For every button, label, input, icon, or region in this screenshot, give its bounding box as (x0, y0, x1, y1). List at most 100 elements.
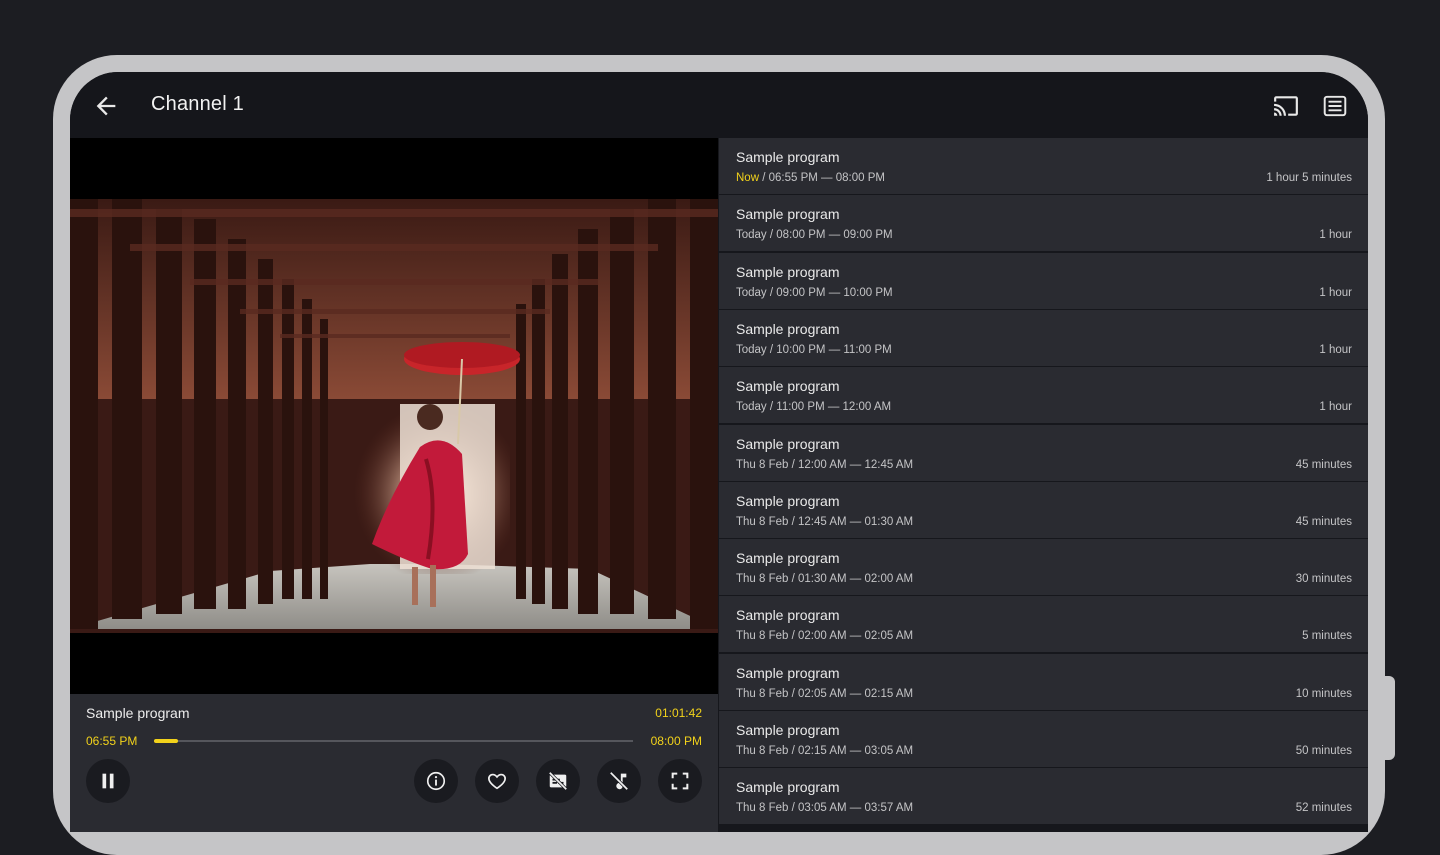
program-day: Thu 8 Feb (736, 745, 789, 757)
program-schedule: Thu 8 Feb / 02:05 AM — 02:15 AM (736, 688, 913, 700)
pause-button[interactable] (86, 759, 130, 803)
program-time-range: 12:45 AM — 01:30 AM (798, 515, 914, 528)
epg-row[interactable]: Sample program Today / 09:00 PM — 10:00 P… (719, 252, 1368, 309)
program-guide-list: Sample program Now / 06:55 PM — 08:00 PM 1… (718, 138, 1368, 832)
heart-icon (488, 773, 506, 790)
program-schedule: Now / 06:55 PM — 08:00 PM (736, 172, 885, 184)
program-schedule: Thu 8 Feb / 12:45 AM — 01:30 AM (736, 516, 913, 528)
program-day: Today (736, 401, 767, 414)
program-day: Thu 8 Feb (736, 687, 789, 700)
program-day: Today (736, 229, 767, 242)
fullscreen-icon (671, 772, 689, 790)
epg-row[interactable]: Sample program Thu 8 Feb / 12:45 AM — 01:… (719, 481, 1368, 538)
progress-fill (154, 739, 178, 743)
program-duration: 5 minutes (1302, 630, 1352, 643)
epg-row[interactable]: Sample program Thu 8 Feb / 01:30 AM — 02:… (719, 539, 1368, 596)
program-day: Now (736, 172, 760, 184)
program-title: Sample program (736, 550, 840, 567)
program-day: Thu 8 Feb (736, 630, 789, 643)
program-time-range: 02:00 AM — 02:05 AM (798, 630, 914, 643)
program-end-time: 08:00 PM (650, 734, 702, 748)
program-start-time: 06:55 PM (86, 734, 138, 748)
app-bar: Channel 1 (70, 72, 1368, 138)
program-duration: 52 minutes (1295, 802, 1352, 815)
program-duration: 1 hour (1319, 286, 1352, 299)
schedule-separator: / (788, 745, 799, 757)
cast-icon (1274, 96, 1298, 116)
cast-button[interactable] (1273, 93, 1299, 119)
program-schedule: Today / 09:00 PM — 10:00 PM (736, 287, 893, 299)
pause-icon (102, 773, 114, 789)
elapsed-time: 01:01:42 (655, 706, 702, 720)
epg-row[interactable]: Sample program Thu 8 Feb / 03:05 AM — 03:… (719, 768, 1368, 825)
program-duration: 1 hour (1319, 343, 1352, 356)
back-button[interactable] (92, 92, 120, 120)
program-day: Thu 8 Feb (736, 573, 789, 586)
epg-row[interactable]: Sample program Thu 8 Feb / 02:00 AM — 02:… (719, 596, 1368, 653)
program-duration: 45 minutes (1295, 515, 1352, 528)
program-day: Thu 8 Feb (736, 458, 789, 471)
page-title: Channel 1 (151, 93, 244, 115)
subtitles-off-icon (548, 771, 568, 791)
schedule-separator: / (788, 573, 799, 586)
favorite-button[interactable] (475, 759, 519, 803)
program-title: Sample program (736, 149, 840, 165)
info-button[interactable] (414, 759, 458, 803)
program-guide-button[interactable] (1322, 93, 1348, 119)
program-schedule: Today / 11:00 PM — 12:00 AM (736, 401, 891, 413)
epg-row[interactable]: Sample program Now / 06:55 PM — 08:00 PM 1… (719, 138, 1368, 194)
tablet-side-button (1383, 676, 1395, 760)
now-playing-title: Sample program (86, 705, 190, 721)
schedule-separator: / (788, 802, 799, 815)
program-title: Sample program (736, 378, 840, 395)
program-title: Sample program (736, 492, 840, 509)
epg-row[interactable]: Sample program Thu 8 Feb / 12:00 AM — 12:… (719, 424, 1368, 481)
program-schedule: Today / 08:00 PM — 09:00 PM (736, 229, 893, 241)
epg-row[interactable]: Sample program Thu 8 Feb / 02:05 AM — 02:… (719, 653, 1368, 710)
program-schedule: Thu 8 Feb / 02:00 AM — 02:05 AM (736, 630, 913, 642)
epg-row[interactable]: Sample program Today / 08:00 PM — 09:00 P… (719, 195, 1368, 252)
program-time-range: 08:00 PM — 09:00 PM (776, 229, 893, 242)
program-schedule: Today / 10:00 PM — 11:00 PM (736, 344, 892, 356)
program-title: Sample program (736, 435, 840, 452)
program-schedule: Thu 8 Feb / 03:05 AM — 03:57 AM (736, 802, 913, 814)
music-off-icon (609, 771, 629, 791)
program-title: Sample program (736, 607, 840, 624)
schedule-separator: / (766, 343, 777, 356)
program-duration: 1 hour 5 minutes (1266, 172, 1352, 184)
audio-track-button[interactable] (597, 759, 641, 803)
fullscreen-button[interactable] (658, 759, 702, 803)
program-day: Thu 8 Feb (736, 802, 789, 815)
program-day: Today (736, 343, 767, 356)
program-title: Sample program (736, 779, 840, 796)
program-duration: 1 hour (1319, 401, 1352, 414)
program-title: Sample program (736, 722, 840, 738)
app-screen: Channel 1 Sample program 01:01:42 06:55 … (70, 72, 1368, 832)
program-duration: 30 minutes (1295, 573, 1352, 586)
program-time-range: 10:00 PM — 11:00 PM (776, 343, 892, 356)
info-icon (426, 771, 446, 791)
video-player[interactable] (70, 138, 718, 694)
schedule-separator: / (788, 458, 799, 471)
epg-row[interactable]: Sample program Today / 10:00 PM — 11:00 P… (719, 309, 1368, 366)
video-frame[interactable] (70, 199, 718, 633)
program-time-range: 12:00 AM — 12:45 AM (798, 458, 914, 471)
program-title: Sample program (736, 206, 840, 223)
schedule-separator: / (759, 172, 769, 184)
schedule-separator: / (788, 687, 799, 700)
program-time-range: 01:30 AM — 02:00 AM (798, 573, 914, 586)
program-duration: 10 minutes (1295, 687, 1352, 700)
program-schedule: Thu 8 Feb / 02:15 AM — 03:05 AM (736, 745, 913, 757)
progress-track[interactable] (154, 739, 633, 743)
subtitles-button[interactable] (536, 759, 580, 803)
epg-row[interactable]: Sample program Thu 8 Feb / 02:15 AM — 03:… (719, 711, 1368, 767)
program-time-range: 09:00 PM — 10:00 PM (776, 286, 893, 299)
schedule-separator: / (766, 401, 777, 414)
list-icon (1323, 95, 1347, 117)
epg-row[interactable]: Sample program Today / 11:00 PM — 12:00 A… (719, 367, 1368, 424)
program-duration: 1 hour (1319, 229, 1352, 242)
program-day: Thu 8 Feb (736, 515, 789, 528)
program-day: Today (736, 286, 767, 299)
program-time-range: 06:55 PM — 08:00 PM (768, 172, 885, 184)
program-schedule: Thu 8 Feb / 01:30 AM — 02:00 AM (736, 573, 913, 585)
